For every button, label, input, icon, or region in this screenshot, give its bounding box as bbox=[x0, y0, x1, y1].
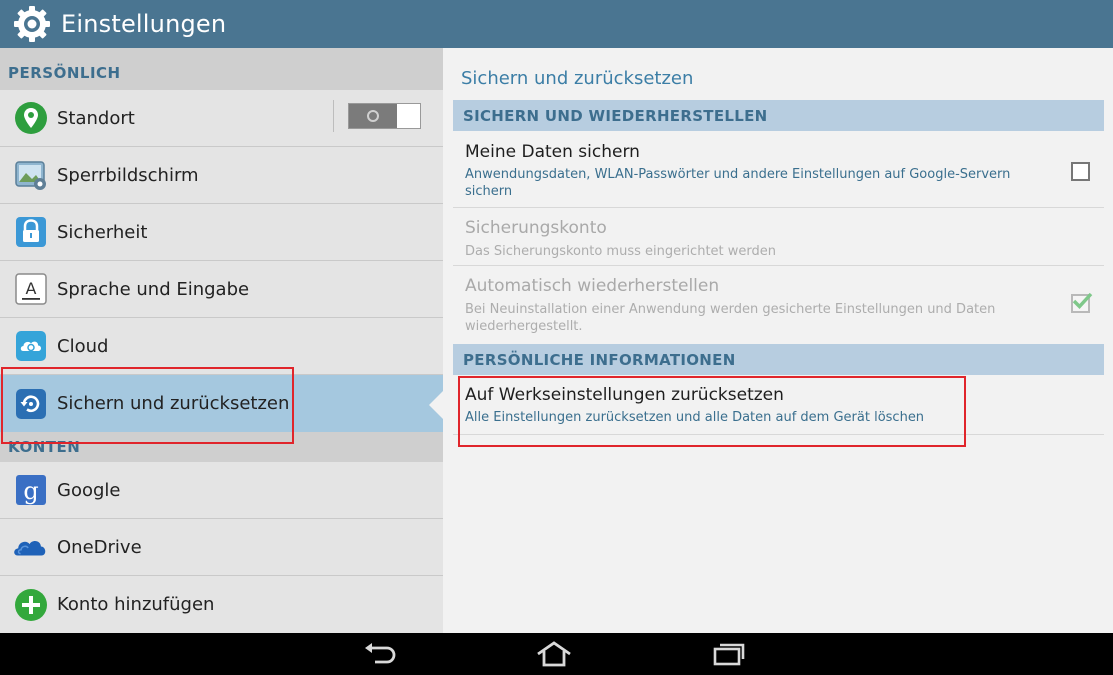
divider bbox=[333, 100, 334, 132]
pref-meine-daten-sichern[interactable]: Meine Daten sichern Anwendungsdaten, WLA… bbox=[453, 132, 1104, 208]
onedrive-icon bbox=[13, 529, 49, 565]
standort-toggle[interactable] bbox=[348, 103, 421, 129]
padlock-icon bbox=[13, 214, 49, 250]
google-icon: g bbox=[13, 472, 49, 508]
pref-title: Meine Daten sichern bbox=[465, 142, 640, 162]
sidebar-item-sprache[interactable]: A Sprache und Eingabe bbox=[0, 261, 443, 318]
add-account-icon bbox=[13, 587, 49, 623]
sidebar-item-label: Sprache und Eingabe bbox=[57, 278, 250, 300]
backup-restore-icon bbox=[13, 386, 49, 422]
home-icon[interactable] bbox=[532, 639, 576, 669]
pref-title: Automatisch wiederherstellen bbox=[465, 276, 720, 296]
sidebar-item-label: Sichern und zurücksetzen bbox=[57, 393, 290, 414]
location-pin-icon bbox=[13, 100, 49, 136]
sidebar-item-label: Cloud bbox=[57, 335, 109, 357]
sidebar-item-google[interactable]: g Google bbox=[0, 462, 443, 519]
svg-text:A: A bbox=[26, 279, 37, 298]
pref-summary: Alle Einstellungen zurücksetzen und alle… bbox=[465, 410, 925, 425]
pref-werkseinstellungen[interactable]: Auf Werkseinstellungen zurücksetzen Alle… bbox=[453, 375, 1104, 435]
page-title: Sichern und zurücksetzen bbox=[461, 68, 694, 89]
backup-checkbox[interactable] bbox=[1071, 162, 1090, 181]
section-header-persoenliche-informationen: PERSÖNLICHE INFORMATIONEN bbox=[453, 344, 1104, 375]
section-header-persoenlich: PERSÖNLICH bbox=[0, 48, 443, 90]
sidebar-item-label: Google bbox=[57, 479, 121, 501]
sidebar-item-konto-hinzufuegen[interactable]: Konto hinzufügen bbox=[0, 576, 443, 633]
sidebar-item-onedrive[interactable]: OneDrive bbox=[0, 519, 443, 576]
section-header-sichern: SICHERN UND WIEDERHERSTELLEN bbox=[453, 100, 1104, 131]
pref-title: Auf Werkseinstellungen zurücksetzen bbox=[465, 385, 784, 405]
standort-toggle-group bbox=[333, 100, 421, 132]
sidebar-item-sicherheit[interactable]: Sicherheit bbox=[0, 204, 443, 261]
sidebar-item-label: Sicherheit bbox=[57, 221, 148, 243]
lockscreen-image-icon bbox=[13, 157, 49, 193]
selection-pointer bbox=[429, 391, 443, 419]
pref-title: Sicherungskonto bbox=[465, 218, 607, 238]
sidebar-item-label: OneDrive bbox=[57, 536, 142, 558]
sidebar-item-sperrbildschirm[interactable]: Sperrbildschirm bbox=[0, 147, 443, 204]
detail-pane: Sichern und zurücksetzen SICHERN UND WIE… bbox=[443, 48, 1113, 633]
cloud-icon bbox=[13, 328, 49, 364]
pref-sicherungskonto[interactable]: Sicherungskonto Das Sicherungskonto muss… bbox=[453, 208, 1104, 266]
auto-restore-checkbox[interactable] bbox=[1071, 292, 1093, 313]
system-nav-bar bbox=[0, 633, 1113, 675]
recent-apps-icon[interactable] bbox=[706, 639, 750, 669]
app-title: Einstellungen bbox=[61, 10, 227, 38]
sidebar-item-label: Sperrbildschirm bbox=[57, 164, 199, 186]
back-icon[interactable] bbox=[358, 639, 402, 669]
gear-icon[interactable] bbox=[11, 3, 53, 45]
sidebar-item-cloud[interactable]: Cloud bbox=[0, 318, 443, 375]
svg-text:g: g bbox=[23, 477, 38, 505]
pref-summary: Das Sicherungskonto muss eingerichtet we… bbox=[465, 244, 777, 259]
pref-automatisch-wiederherstellen[interactable]: Automatisch wiederherstellen Bei Neuinst… bbox=[453, 266, 1104, 342]
pref-summary: Anwendungsdaten, WLAN-Passwörter und and… bbox=[465, 167, 1011, 199]
sidebar-item-label: Standort bbox=[57, 107, 135, 129]
toggle-knob bbox=[397, 104, 420, 128]
checkmark-icon bbox=[1072, 292, 1093, 310]
sidebar-item-standort[interactable]: Standort bbox=[0, 90, 443, 147]
action-bar: Einstellungen bbox=[0, 0, 1113, 48]
keyboard-letter-icon: A bbox=[13, 271, 49, 307]
pref-summary: Bei Neuinstallation einer Anwendung werd… bbox=[465, 302, 996, 334]
settings-sidebar: PERSÖNLICH Standort Sperrbildschirm Sich… bbox=[0, 48, 443, 633]
sidebar-item-label: Konto hinzufügen bbox=[57, 594, 215, 615]
section-header-konten: KONTEN bbox=[0, 432, 443, 462]
toggle-off-indicator bbox=[349, 104, 397, 128]
sidebar-item-sichern[interactable]: Sichern und zurücksetzen bbox=[0, 375, 443, 432]
